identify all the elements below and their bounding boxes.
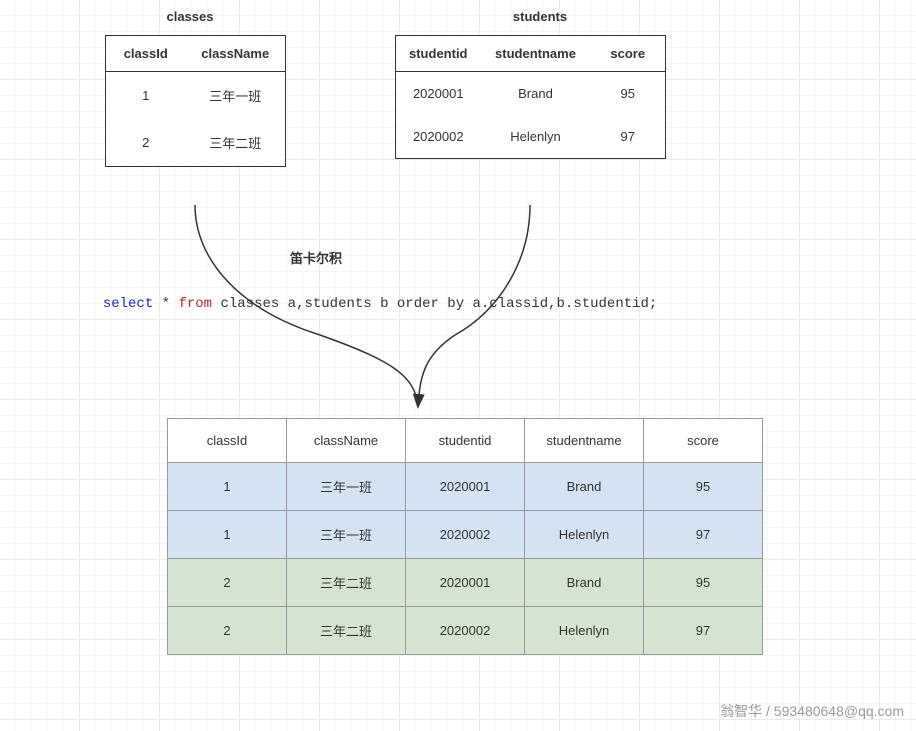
cell: 2020001: [406, 463, 525, 511]
cell: 97: [591, 115, 666, 159]
cell: Brand: [481, 72, 591, 116]
cell: 2020001: [406, 559, 525, 607]
sql-from: from: [178, 296, 212, 312]
classes-title: classes: [155, 9, 225, 24]
students-table: studentidstudentnamescore 2020001Brand95…: [395, 35, 666, 159]
table-row: 2三年二班: [106, 119, 286, 167]
sql-select: select: [103, 296, 153, 312]
cell: Brand: [525, 463, 644, 511]
cell: 1: [106, 72, 186, 120]
cell: 三年一班: [287, 463, 406, 511]
cell: Helenlyn: [481, 115, 591, 159]
cell: 2020002: [406, 607, 525, 655]
cell: 2020002: [406, 511, 525, 559]
cell: Brand: [525, 559, 644, 607]
cell: 95: [591, 72, 666, 116]
classes-col-classId: classId: [106, 36, 186, 72]
cell: 97: [644, 607, 763, 655]
cell: Helenlyn: [525, 511, 644, 559]
cell: 三年一班: [186, 72, 286, 120]
cell: 2020001: [396, 72, 481, 116]
sql-rest: classes a,students b order by a.classid,…: [212, 296, 657, 312]
table-row: 2三年二班2020001Brand95: [168, 559, 763, 607]
result-col-score: score: [644, 419, 763, 463]
table-row: 2020002Helenlyn97: [396, 115, 666, 159]
result-table: classIdclassNamestudentidstudentnamescor…: [167, 418, 763, 655]
cell: 97: [644, 511, 763, 559]
cell: 95: [644, 463, 763, 511]
table-row: 1三年一班: [106, 72, 286, 120]
result-col-classId: classId: [168, 419, 287, 463]
join-label: 笛卡尔积: [290, 248, 342, 267]
cell: 三年二班: [287, 559, 406, 607]
cell: 三年二班: [287, 607, 406, 655]
table-row: 2020001Brand95: [396, 72, 666, 116]
cell: 1: [168, 463, 287, 511]
sql-star: *: [153, 296, 178, 312]
cell: 2: [106, 119, 186, 167]
table-row: 2三年二班2020002Helenlyn97: [168, 607, 763, 655]
cell: 95: [644, 559, 763, 607]
sql-statement: select * from classes a,students b order…: [86, 280, 657, 312]
cell: 三年一班: [287, 511, 406, 559]
cell: 三年二班: [186, 119, 286, 167]
cell: 2: [168, 607, 287, 655]
cell: 1: [168, 511, 287, 559]
result-col-className: className: [287, 419, 406, 463]
cell: 2: [168, 559, 287, 607]
table-row: 1三年一班2020002Helenlyn97: [168, 511, 763, 559]
students-title: students: [505, 9, 575, 24]
students-col-studentname: studentname: [481, 36, 591, 72]
students-col-score: score: [591, 36, 666, 72]
students-col-studentid: studentid: [396, 36, 481, 72]
classes-col-className: className: [186, 36, 286, 72]
cell: 2020002: [396, 115, 481, 159]
table-row: 1三年一班2020001Brand95: [168, 463, 763, 511]
classes-table: classIdclassName 1三年一班2三年二班: [105, 35, 286, 167]
watermark: 翁智华 / 593480648@qq.com: [720, 701, 904, 721]
result-col-studentname: studentname: [525, 419, 644, 463]
cell: Helenlyn: [525, 607, 644, 655]
result-col-studentid: studentid: [406, 419, 525, 463]
